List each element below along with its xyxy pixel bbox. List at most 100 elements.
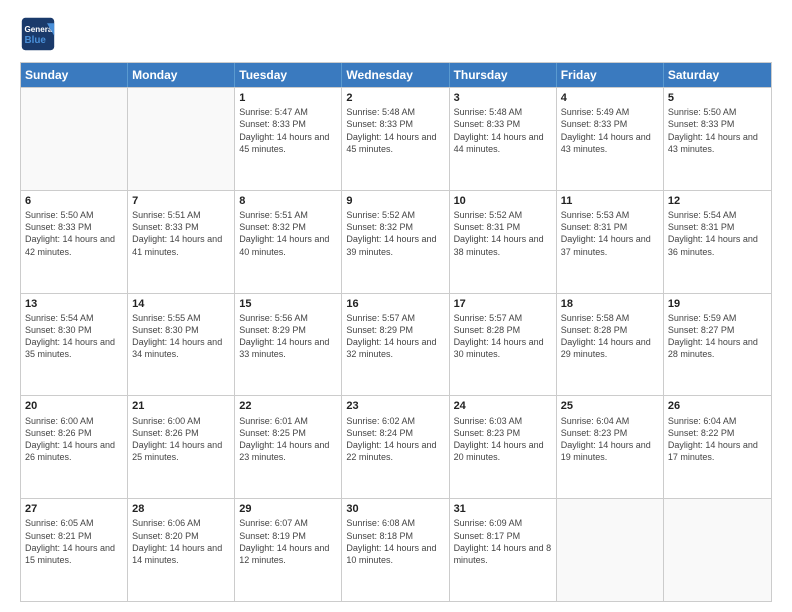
svg-text:Blue: Blue: [25, 35, 47, 46]
day-number: 20: [25, 399, 123, 413]
calendar-day-29: 29Sunrise: 6:07 AM Sunset: 8:19 PM Dayli…: [235, 499, 342, 601]
calendar-day-6: 6Sunrise: 5:50 AM Sunset: 8:33 PM Daylig…: [21, 191, 128, 293]
calendar-empty-cell: [664, 499, 771, 601]
calendar-day-21: 21Sunrise: 6:00 AM Sunset: 8:26 PM Dayli…: [128, 396, 235, 498]
day-info: Sunrise: 6:00 AM Sunset: 8:26 PM Dayligh…: [25, 415, 123, 464]
day-number: 12: [668, 194, 767, 208]
calendar-day-11: 11Sunrise: 5:53 AM Sunset: 8:31 PM Dayli…: [557, 191, 664, 293]
day-info: Sunrise: 6:03 AM Sunset: 8:23 PM Dayligh…: [454, 415, 552, 464]
logo: General Blue: [20, 16, 56, 52]
day-number: 25: [561, 399, 659, 413]
day-info: Sunrise: 6:04 AM Sunset: 8:23 PM Dayligh…: [561, 415, 659, 464]
day-info: Sunrise: 5:48 AM Sunset: 8:33 PM Dayligh…: [454, 106, 552, 155]
day-info: Sunrise: 6:08 AM Sunset: 8:18 PM Dayligh…: [346, 517, 444, 566]
day-info: Sunrise: 6:06 AM Sunset: 8:20 PM Dayligh…: [132, 517, 230, 566]
calendar-day-15: 15Sunrise: 5:56 AM Sunset: 8:29 PM Dayli…: [235, 294, 342, 396]
day-info: Sunrise: 5:59 AM Sunset: 8:27 PM Dayligh…: [668, 312, 767, 361]
calendar-row-1: 1Sunrise: 5:47 AM Sunset: 8:33 PM Daylig…: [21, 87, 771, 190]
calendar-day-18: 18Sunrise: 5:58 AM Sunset: 8:28 PM Dayli…: [557, 294, 664, 396]
weekday-header-monday: Monday: [128, 63, 235, 87]
day-info: Sunrise: 5:47 AM Sunset: 8:33 PM Dayligh…: [239, 106, 337, 155]
weekday-header-friday: Friday: [557, 63, 664, 87]
calendar-day-24: 24 Sunrise: 6:03 AM Sunset: 8:23 PM Dayli…: [450, 396, 557, 498]
calendar-day-10: 10Sunrise: 5:52 AM Sunset: 8:31 PM Dayli…: [450, 191, 557, 293]
calendar-row-2: 6Sunrise: 5:50 AM Sunset: 8:33 PM Daylig…: [21, 190, 771, 293]
calendar-header: SundayMondayTuesdayWednesdayThursdayFrid…: [21, 63, 771, 87]
day-number: 15: [239, 297, 337, 311]
day-number: 30: [346, 502, 444, 516]
day-info: Sunrise: 5:54 AM Sunset: 8:30 PM Dayligh…: [25, 312, 123, 361]
day-info: Sunrise: 6:04 AM Sunset: 8:22 PM Dayligh…: [668, 415, 767, 464]
calendar: SundayMondayTuesdayWednesdayThursdayFrid…: [20, 62, 772, 602]
calendar-day-4: 4Sunrise: 5:49 AM Sunset: 8:33 PM Daylig…: [557, 88, 664, 190]
weekday-header-tuesday: Tuesday: [235, 63, 342, 87]
calendar-day-2: 2Sunrise: 5:48 AM Sunset: 8:33 PM Daylig…: [342, 88, 449, 190]
day-info: Sunrise: 6:01 AM Sunset: 8:25 PM Dayligh…: [239, 415, 337, 464]
day-number: 13: [25, 297, 123, 311]
calendar-row-5: 27Sunrise: 6:05 AM Sunset: 8:21 PM Dayli…: [21, 498, 771, 601]
calendar-day-31: 31Sunrise: 6:09 AM Sunset: 8:17 PM Dayli…: [450, 499, 557, 601]
day-number: 28: [132, 502, 230, 516]
calendar-day-13: 13Sunrise: 5:54 AM Sunset: 8:30 PM Dayli…: [21, 294, 128, 396]
day-info: Sunrise: 5:50 AM Sunset: 8:33 PM Dayligh…: [25, 209, 123, 258]
day-number: 24: [454, 399, 552, 413]
day-number: 1: [239, 91, 337, 105]
calendar-day-28: 28Sunrise: 6:06 AM Sunset: 8:20 PM Dayli…: [128, 499, 235, 601]
day-number: 16: [346, 297, 444, 311]
day-number: 4: [561, 91, 659, 105]
calendar-day-5: 5Sunrise: 5:50 AM Sunset: 8:33 PM Daylig…: [664, 88, 771, 190]
day-number: 3: [454, 91, 552, 105]
calendar-day-22: 22Sunrise: 6:01 AM Sunset: 8:25 PM Dayli…: [235, 396, 342, 498]
day-info: Sunrise: 5:57 AM Sunset: 8:28 PM Dayligh…: [454, 312, 552, 361]
calendar-empty-cell: [557, 499, 664, 601]
day-number: 19: [668, 297, 767, 311]
calendar-day-7: 7Sunrise: 5:51 AM Sunset: 8:33 PM Daylig…: [128, 191, 235, 293]
calendar-day-9: 9Sunrise: 5:52 AM Sunset: 8:32 PM Daylig…: [342, 191, 449, 293]
day-number: 8: [239, 194, 337, 208]
weekday-header-saturday: Saturday: [664, 63, 771, 87]
calendar-day-1: 1Sunrise: 5:47 AM Sunset: 8:33 PM Daylig…: [235, 88, 342, 190]
calendar-day-3: 3Sunrise: 5:48 AM Sunset: 8:33 PM Daylig…: [450, 88, 557, 190]
day-number: 7: [132, 194, 230, 208]
day-number: 14: [132, 297, 230, 311]
day-number: 23: [346, 399, 444, 413]
calendar-row-3: 13Sunrise: 5:54 AM Sunset: 8:30 PM Dayli…: [21, 293, 771, 396]
calendar-day-26: 26 Sunrise: 6:04 AM Sunset: 8:22 PM Dayli…: [664, 396, 771, 498]
day-info: Sunrise: 5:56 AM Sunset: 8:29 PM Dayligh…: [239, 312, 337, 361]
calendar-body: 1Sunrise: 5:47 AM Sunset: 8:33 PM Daylig…: [21, 87, 771, 601]
day-info: Sunrise: 5:52 AM Sunset: 8:31 PM Dayligh…: [454, 209, 552, 258]
weekday-header-thursday: Thursday: [450, 63, 557, 87]
day-number: 29: [239, 502, 337, 516]
page: General Blue SundayMondayTuesdayWednesda…: [0, 0, 792, 612]
day-info: Sunrise: 5:54 AM Sunset: 8:31 PM Dayligh…: [668, 209, 767, 258]
day-info: Sunrise: 5:55 AM Sunset: 8:30 PM Dayligh…: [132, 312, 230, 361]
day-number: 17: [454, 297, 552, 311]
calendar-day-14: 14Sunrise: 5:55 AM Sunset: 8:30 PM Dayli…: [128, 294, 235, 396]
calendar-day-30: 30Sunrise: 6:08 AM Sunset: 8:18 PM Dayli…: [342, 499, 449, 601]
header: General Blue: [20, 16, 772, 52]
day-info: Sunrise: 6:05 AM Sunset: 8:21 PM Dayligh…: [25, 517, 123, 566]
day-info: Sunrise: 5:53 AM Sunset: 8:31 PM Dayligh…: [561, 209, 659, 258]
day-info: Sunrise: 6:09 AM Sunset: 8:17 PM Dayligh…: [454, 517, 552, 566]
day-number: 26: [668, 399, 767, 413]
day-info: Sunrise: 5:49 AM Sunset: 8:33 PM Dayligh…: [561, 106, 659, 155]
day-info: Sunrise: 6:02 AM Sunset: 8:24 PM Dayligh…: [346, 415, 444, 464]
day-number: 18: [561, 297, 659, 311]
calendar-day-27: 27Sunrise: 6:05 AM Sunset: 8:21 PM Dayli…: [21, 499, 128, 601]
calendar-day-20: 20 Sunrise: 6:00 AM Sunset: 8:26 PM Dayli…: [21, 396, 128, 498]
day-number: 11: [561, 194, 659, 208]
logo-icon: General Blue: [20, 16, 56, 52]
calendar-day-16: 16Sunrise: 5:57 AM Sunset: 8:29 PM Dayli…: [342, 294, 449, 396]
day-info: Sunrise: 5:52 AM Sunset: 8:32 PM Dayligh…: [346, 209, 444, 258]
day-number: 10: [454, 194, 552, 208]
day-number: 6: [25, 194, 123, 208]
calendar-day-25: 25 Sunrise: 6:04 AM Sunset: 8:23 PM Dayli…: [557, 396, 664, 498]
day-info: Sunrise: 6:00 AM Sunset: 8:26 PM Dayligh…: [132, 415, 230, 464]
calendar-empty-cell: [128, 88, 235, 190]
calendar-day-19: 19Sunrise: 5:59 AM Sunset: 8:27 PM Dayli…: [664, 294, 771, 396]
weekday-header-sunday: Sunday: [21, 63, 128, 87]
day-number: 5: [668, 91, 767, 105]
day-info: Sunrise: 5:51 AM Sunset: 8:33 PM Dayligh…: [132, 209, 230, 258]
calendar-row-4: 20 Sunrise: 6:00 AM Sunset: 8:26 PM Dayli…: [21, 395, 771, 498]
calendar-day-23: 23 Sunrise: 6:02 AM Sunset: 8:24 PM Dayli…: [342, 396, 449, 498]
